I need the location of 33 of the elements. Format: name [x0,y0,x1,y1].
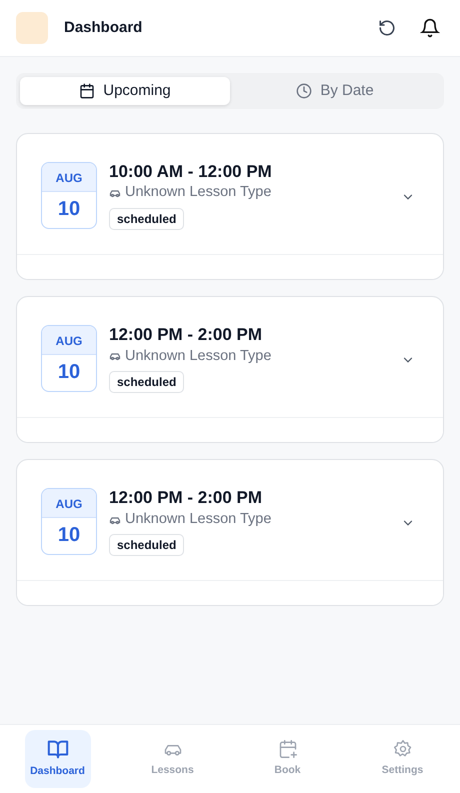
page-title: Dashboard [64,18,142,38]
calendar-icon [79,83,96,99]
month-label: AUG [56,497,82,512]
status-tag: scheduled [109,208,184,230]
month-label: AUG [56,334,82,348]
lesson-type: Unknown Lesson Type [125,346,272,366]
clock-icon [296,83,312,99]
book-icon [46,738,68,760]
day-label: 10 [58,198,80,220]
day-label: 10 [58,524,80,546]
status-tag: scheduled [109,534,184,556]
calendar-plus-icon [278,739,298,760]
settings-icon [392,739,412,760]
nav-item[interactable]: Dashboard [24,730,90,788]
status-tag: scheduled [109,371,184,394]
bell-icon [420,18,440,38]
app-logo [16,12,48,44]
lesson-card[interactable]: AUG 10 12:00 PM - 2:00 PM Unknown Lesson Type scheduled [16,296,444,444]
nav-item[interactable]: Book [254,730,320,788]
nav-item[interactable]: Lessons [140,730,206,788]
lesson-type: Unknown Lesson Type [125,183,272,202]
day-label: 10 [58,361,80,384]
lesson-card[interactable]: AUG 10 12:00 PM - 2:00 PM Unknown Lesson Type scheduled [16,459,444,606]
lesson-card[interactable]: AUG 10 10:00 AM - 12:00 PM Unknown Lesson Type scheduled [16,133,444,280]
lesson-time: 12:00 PM - 2:00 PM [109,488,264,509]
lesson-time: 10:00 AM - 12:00 PM [109,162,273,182]
refresh-icon [378,19,396,37]
tab[interactable]: Upcoming [20,77,230,105]
lesson-time: 12:00 PM - 2:00 PM [109,325,264,346]
lesson-type: Unknown Lesson Type [125,510,272,529]
tab[interactable]: By Date [230,77,440,105]
nav-item[interactable]: Settings [370,730,436,788]
month-label: AUG [56,171,82,185]
